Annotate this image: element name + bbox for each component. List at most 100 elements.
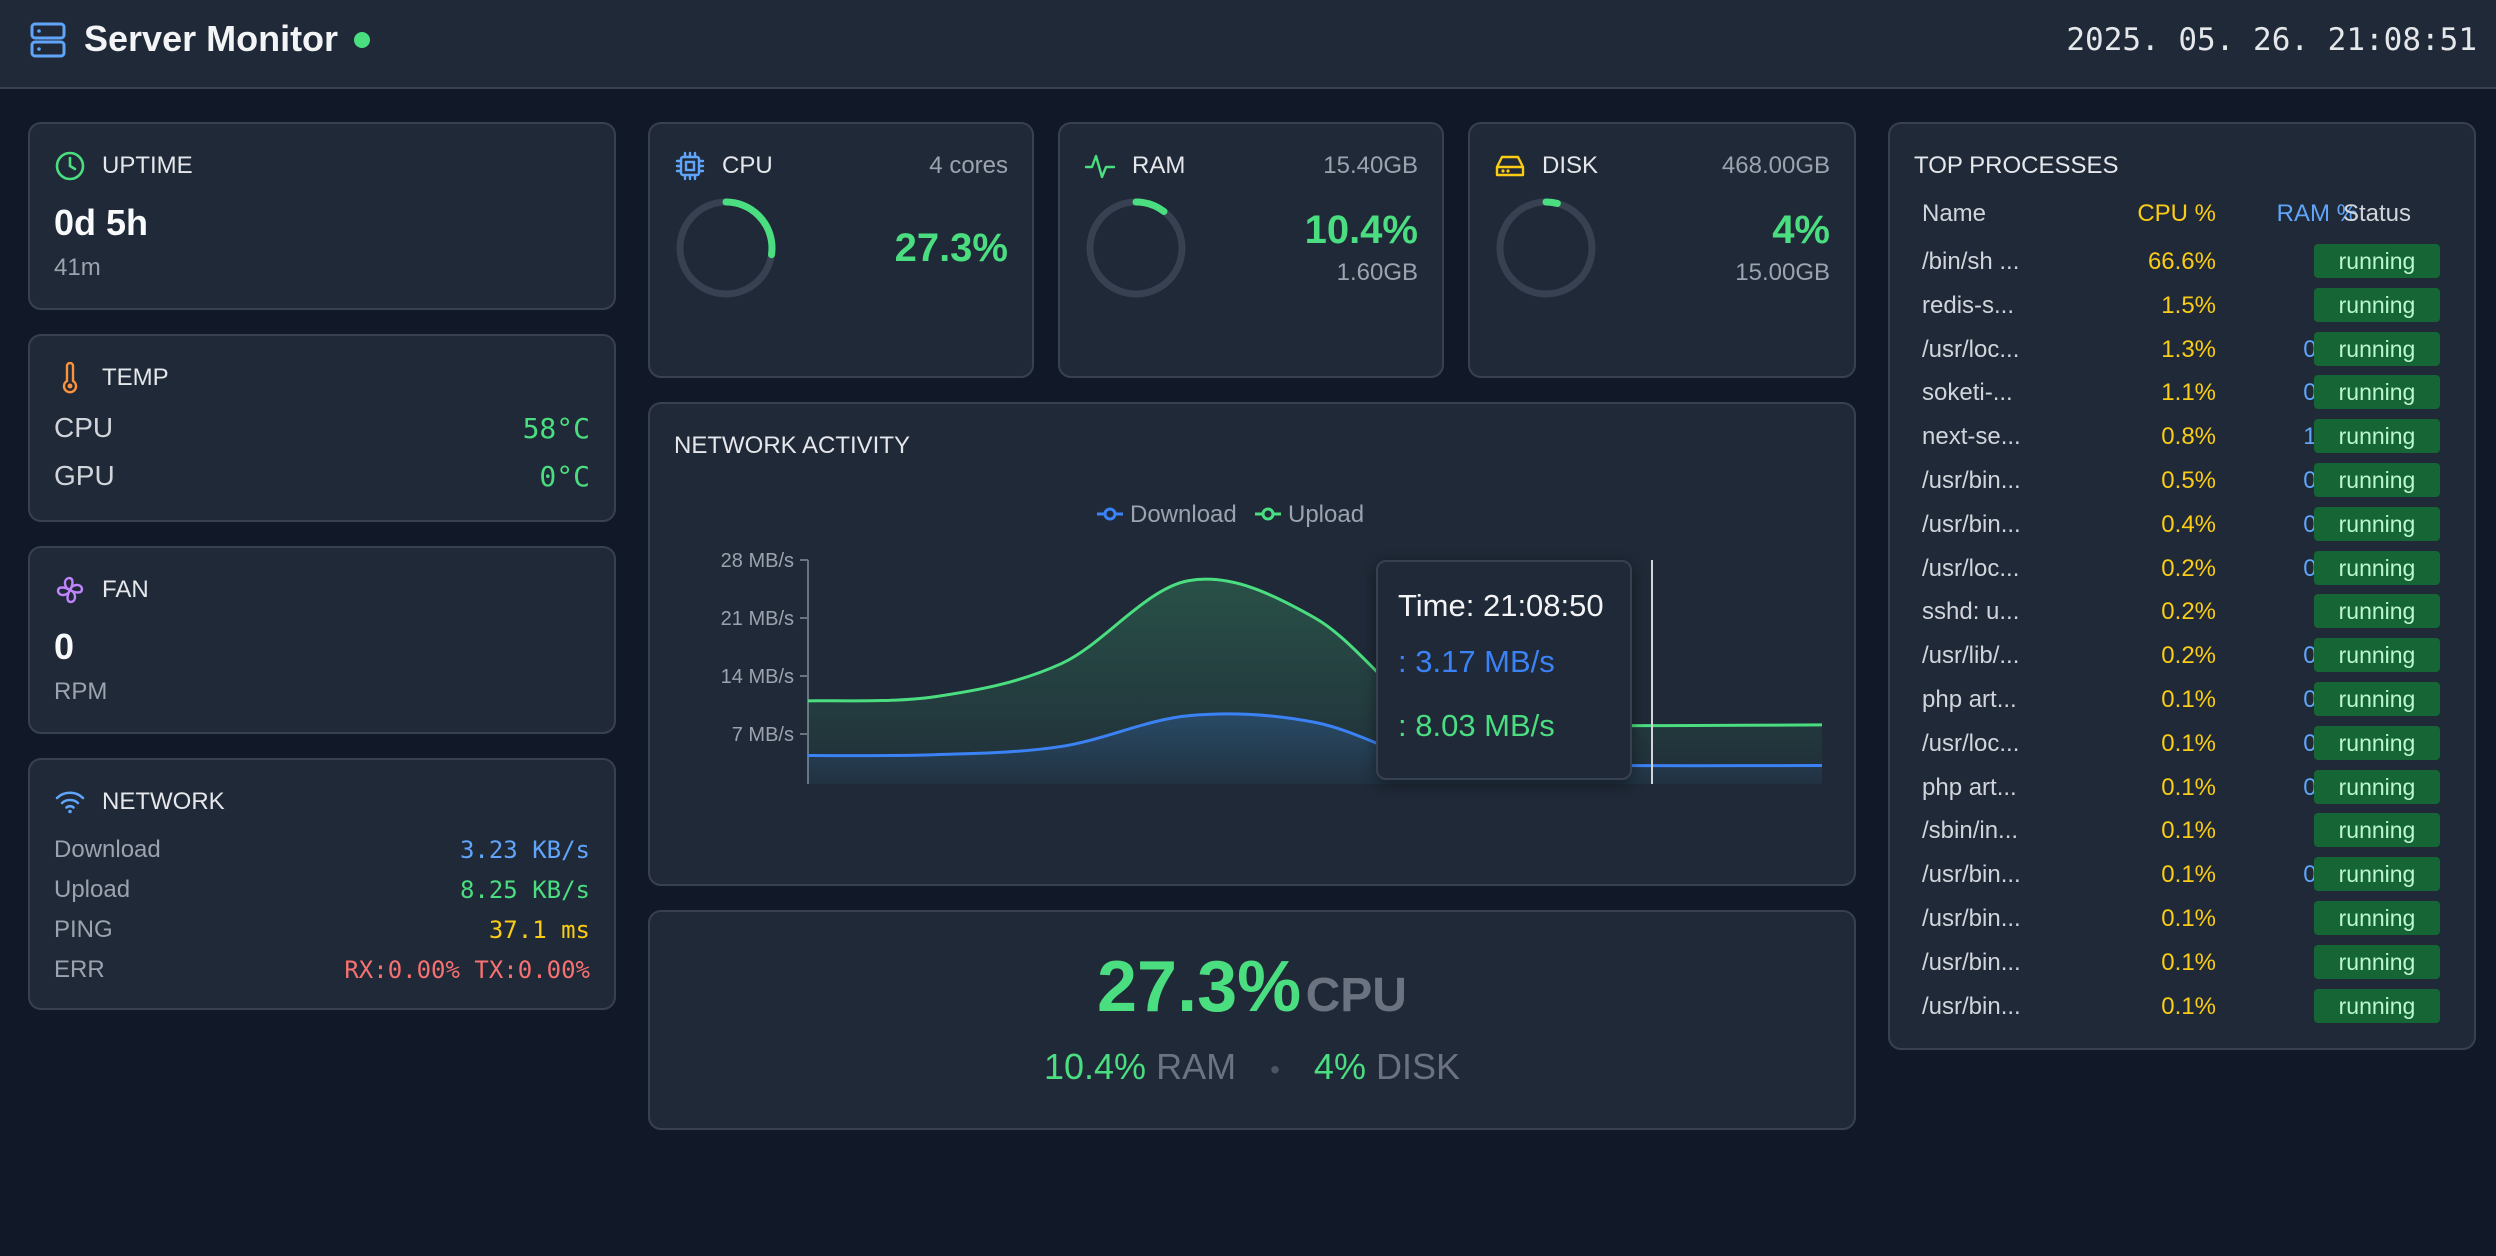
- ram-gauge-text: 10.4% 1.60GB: [1305, 208, 1418, 287]
- network-activity-title: NETWORK ACTIVITY: [674, 432, 911, 459]
- cpu-chip-icon: [675, 151, 705, 181]
- process-name: /sbin/in...: [1922, 817, 2019, 845]
- cpu-temp-value: 58°C: [522, 412, 590, 445]
- uptime-value: 0d 5h: [54, 202, 149, 243]
- process-row[interactable]: sshd: u...0.2%0%running: [1890, 594, 2474, 638]
- process-name: /usr/bin...: [1922, 467, 2021, 494]
- process-status-badge: running: [2314, 638, 2440, 673]
- process-row[interactable]: /usr/bin...0.1%0%running: [1890, 988, 2474, 1026]
- process-cpu: 0.2%: [2161, 554, 2216, 582]
- top-processes-card: TOP PROCESSES Name CPU % RAM % Status /b…: [1888, 122, 2476, 1050]
- process-name: /usr/bin...: [1922, 510, 2021, 538]
- thermometer-icon: [62, 362, 78, 394]
- process-status-badge: running: [2314, 244, 2440, 278]
- network-card: NETWORK Download 3.23 KB/s Upload 8.25 K…: [28, 758, 616, 1010]
- legend-label-upload: Upload: [1288, 501, 1364, 528]
- process-status-badge: running: [2314, 813, 2440, 848]
- process-cpu: 0.4%: [2161, 510, 2216, 538]
- hard-drive-icon: [1495, 155, 1525, 177]
- process-cpu: 0.5%: [2161, 467, 2216, 494]
- col-header-status[interactable]: Status: [2314, 200, 2440, 228]
- cpu-gauge-text: 27.3%: [895, 226, 1008, 271]
- process-row[interactable]: /usr/bin...0.1%0.1%running: [1890, 857, 2474, 901]
- process-row[interactable]: /usr/bin...0.1%0%running: [1890, 944, 2474, 989]
- col-header-name[interactable]: Name: [1922, 200, 1986, 228]
- summary-separator: •: [1270, 1054, 1280, 1085]
- process-row[interactable]: redis-s...1.5%0%running: [1890, 287, 2474, 332]
- process-name: /usr/bin...: [1922, 905, 2021, 932]
- wifi-icon: [55, 791, 85, 814]
- tooltip-time: Time: 21:08:50: [1398, 588, 1604, 623]
- process-row[interactable]: php art...0.1%0.4%running: [1890, 682, 2474, 726]
- process-cpu: 0.1%: [2161, 861, 2216, 889]
- temperature-title: TEMP: [102, 364, 169, 391]
- process-cpu: 0.8%: [2161, 423, 2216, 451]
- process-row[interactable]: /usr/loc...0.1%0.4%running: [1890, 725, 2474, 770]
- process-status-badge: running: [2314, 901, 2440, 935]
- summary-cpu-value: 27.3%: [1097, 947, 1302, 1027]
- process-status-badge: running: [2314, 725, 2440, 760]
- disk-percent: 4%: [1772, 208, 1830, 252]
- process-row[interactable]: /sbin/in...0.1%0%running: [1890, 813, 2474, 857]
- y-tick-label: 0 MB/s: [732, 782, 794, 784]
- server-icon: [30, 22, 66, 58]
- process-row[interactable]: /bin/sh ...66.6%0%running: [1890, 244, 2474, 288]
- process-status-badge: running: [2314, 988, 2440, 1023]
- uptime-card: UPTIME 0d 5h 41m: [28, 122, 616, 310]
- ram-title: RAM: [1132, 152, 1186, 179]
- app-title: Server Monitor: [84, 18, 339, 59]
- disk-used: 15.00GB: [1735, 259, 1830, 286]
- process-cpu: 66.6%: [2147, 248, 2216, 275]
- fan-icon: [56, 576, 84, 604]
- ping-label: PING: [54, 916, 113, 943]
- uptime-title: UPTIME: [102, 152, 193, 179]
- cpu-temp-label: CPU: [54, 412, 114, 443]
- process-name: sshd: u...: [1922, 598, 2020, 626]
- top-bar: Server Monitor 2025. 05. 26. 21:08:51: [0, 0, 2496, 89]
- process-row[interactable]: /usr/bin...0.5%0.5%running: [1890, 463, 2474, 507]
- process-name: php art...: [1922, 686, 2017, 713]
- legend-item-upload[interactable]: Upload: [1255, 501, 1364, 528]
- process-status-badge: running: [2314, 594, 2440, 629]
- ram-percent: 10.4%: [1304, 208, 1418, 252]
- process-status-badge: running: [2314, 857, 2440, 892]
- process-row[interactable]: /usr/loc...1.3%0.4%running: [1890, 331, 2474, 376]
- legend-label-download: Download: [1130, 501, 1237, 528]
- process-list: /bin/sh ...66.6%0%running redis-s... 1.5% 0…: [1890, 242, 2474, 1026]
- process-row[interactable]: /usr/lib/...0.2%0.1%running: [1890, 638, 2474, 682]
- legend-marker-upload: [1261, 507, 1275, 521]
- process-status-badge: running: [2314, 463, 2440, 497]
- process-name: php art...: [1922, 773, 2017, 801]
- upload-label: Upload: [54, 876, 131, 903]
- network-title: NETWORK: [102, 788, 225, 815]
- process-cpu: 1.3%: [2161, 335, 2216, 363]
- process-cpu: 0.2%: [2161, 642, 2216, 670]
- process-cpu: 0.1%: [2161, 992, 2216, 1020]
- process-name: /usr/bin...: [1922, 861, 2021, 889]
- legend-item-download[interactable]: Download: [1097, 501, 1237, 528]
- process-cpu: 1.5%: [2161, 291, 2216, 319]
- summary-secondary: 10.4% RAM • 4% DISK: [650, 1046, 1854, 1088]
- process-row[interactable]: soketi-...1.1%0.5%running: [1890, 375, 2474, 419]
- col-header-cpu[interactable]: CPU %: [2074, 200, 2216, 228]
- process-row[interactable]: /usr/bin...0.1%0%running: [1890, 901, 2474, 945]
- process-row[interactable]: php art...0.1%0.4%running: [1890, 769, 2474, 814]
- process-cpu: 0.1%: [2161, 905, 2216, 932]
- network-activity-chart[interactable]: Download Upload 28 MB/s 21 MB/s 14 MB/s 7 MB/…: [650, 484, 1854, 784]
- fan-unit: RPM: [54, 678, 108, 705]
- tooltip-upload: : 8.03 MB/s: [1398, 708, 1555, 743]
- process-name: /usr/loc...: [1922, 335, 2020, 363]
- download-value: 3.23 KB/s: [459, 836, 590, 864]
- process-name: next-se...: [1922, 423, 2021, 451]
- process-cpu: 1.1%: [2161, 379, 2216, 407]
- process-row[interactable]: /usr/loc...0.2%0.4%running: [1890, 550, 2474, 595]
- process-row[interactable]: /usr/bin...0.4%0.3%running: [1890, 506, 2474, 551]
- fan-title: FAN: [102, 576, 149, 603]
- y-tick-label: 14 MB/s: [721, 666, 794, 688]
- process-row[interactable]: next-se...0.8%1.1%running: [1890, 419, 2474, 463]
- process-status-badge: running: [2314, 944, 2440, 979]
- process-name: soketi-...: [1922, 379, 2013, 407]
- process-name: redis-s...: [1922, 291, 2015, 319]
- summary-cpu-label: CPU: [1305, 969, 1407, 1022]
- error-label: ERR: [54, 956, 105, 983]
